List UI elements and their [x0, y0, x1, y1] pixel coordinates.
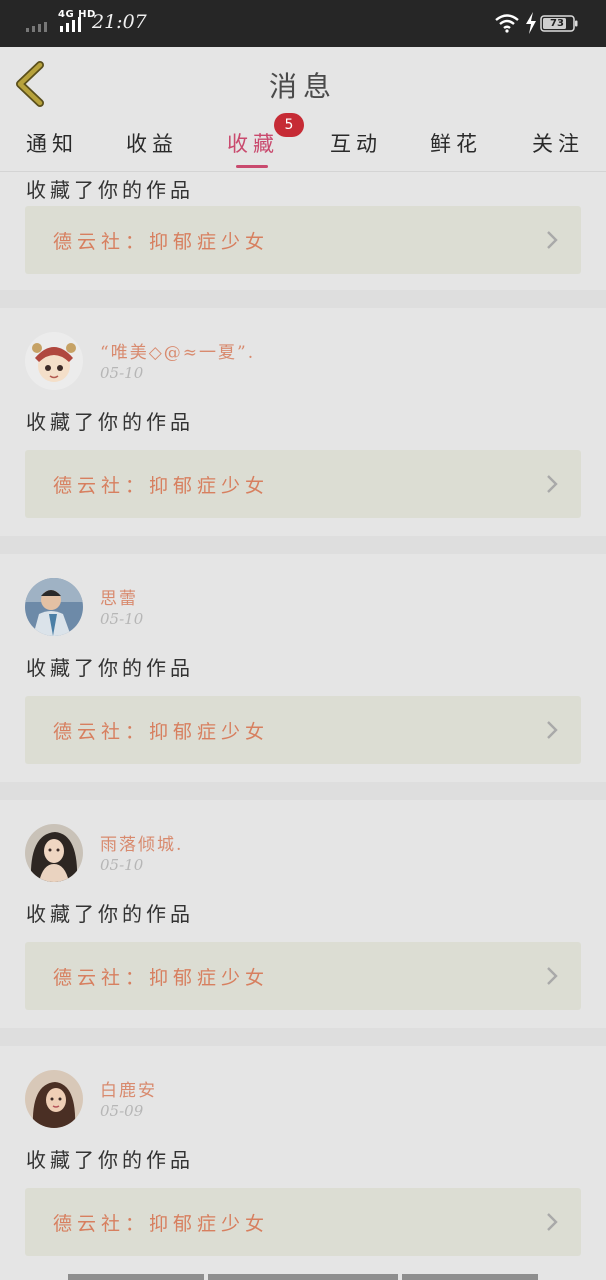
- timestamp: 05-10: [100, 610, 144, 628]
- next-item-edge: [0, 1274, 606, 1280]
- tab-interactions[interactable]: 互动: [330, 128, 382, 160]
- work-title: 德云社：抑郁症少女: [53, 231, 270, 253]
- page-title: 消息: [268, 70, 337, 103]
- timestamp: 05-10: [100, 856, 144, 874]
- avatar[interactable]: [25, 824, 83, 882]
- header: 消息: [0, 47, 606, 120]
- divider: [0, 782, 606, 800]
- charging-icon: [526, 12, 536, 34]
- status-bar: 4G HD 21:07 73: [0, 0, 606, 47]
- tab-earnings[interactable]: 收益: [126, 128, 178, 160]
- divider: [0, 536, 606, 554]
- favorites-feed: 收藏了你的作品 德云社：抑郁症少女 “唯美◇@≈一夏”. 05-10 收藏了你的: [0, 172, 606, 1280]
- tab-favorites[interactable]: 收藏: [227, 128, 279, 160]
- divider: [0, 290, 606, 308]
- list-item: 雨落倾城. 05-10 收藏了你的作品 德云社：抑郁症少女: [0, 800, 606, 1028]
- action-text: 收藏了你的作品: [26, 656, 194, 680]
- work-title: 德云社：抑郁症少女: [53, 967, 270, 989]
- network-type: 4G HD: [58, 9, 96, 20]
- work-link[interactable]: 德云社：抑郁症少女: [25, 696, 581, 764]
- username[interactable]: “唯美◇@≈一夏”.: [100, 338, 255, 363]
- favorites-count-badge: 5: [274, 113, 304, 137]
- work-link[interactable]: 德云社：抑郁症少女: [25, 206, 581, 274]
- divider: [0, 1028, 606, 1046]
- avatar[interactable]: [25, 578, 83, 636]
- tab-notifications[interactable]: 通知: [26, 128, 78, 160]
- work-title: 德云社：抑郁症少女: [53, 1213, 270, 1235]
- list-item: “唯美◇@≈一夏”. 05-10 收藏了你的作品 德云社：抑郁症少女: [0, 308, 606, 536]
- work-link[interactable]: 德云社：抑郁症少女: [25, 450, 581, 518]
- work-link[interactable]: 德云社：抑郁症少女: [25, 1188, 581, 1256]
- action-text: 收藏了你的作品: [26, 178, 194, 202]
- list-item: 白鹿安 05-09 收藏了你的作品 德云社：抑郁症少女: [0, 1046, 606, 1280]
- chevron-right-icon: [547, 721, 558, 739]
- username[interactable]: 雨落倾城.: [100, 830, 183, 855]
- work-title: 德云社：抑郁症少女: [53, 721, 270, 743]
- wifi-icon: [495, 14, 519, 33]
- avatar[interactable]: [25, 332, 83, 390]
- tab-flowers[interactable]: 鲜花: [430, 128, 482, 160]
- list-item: 思蕾 05-10 收藏了你的作品 德云社：抑郁症少女: [0, 554, 606, 782]
- username[interactable]: 白鹿安: [100, 1076, 157, 1101]
- action-text: 收藏了你的作品: [26, 902, 194, 926]
- active-tab-indicator: [236, 165, 268, 168]
- action-text: 收藏了你的作品: [26, 1148, 194, 1172]
- chevron-right-icon: [547, 475, 558, 493]
- username[interactable]: 思蕾: [100, 584, 138, 609]
- timestamp: 05-10: [100, 364, 144, 382]
- battery-level: 73: [550, 18, 564, 29]
- chevron-right-icon: [547, 231, 558, 249]
- chevron-right-icon: [547, 1213, 558, 1231]
- list-item: 收藏了你的作品 德云社：抑郁症少女: [0, 172, 606, 290]
- chevron-right-icon: [547, 967, 558, 985]
- work-title: 德云社：抑郁症少女: [53, 475, 270, 497]
- tab-follows[interactable]: 关注: [532, 128, 584, 160]
- avatar[interactable]: [25, 1070, 83, 1128]
- action-text: 收藏了你的作品: [26, 410, 194, 434]
- work-link[interactable]: 德云社：抑郁症少女: [25, 942, 581, 1010]
- timestamp: 05-09: [100, 1102, 144, 1120]
- clock: 21:07: [92, 11, 147, 33]
